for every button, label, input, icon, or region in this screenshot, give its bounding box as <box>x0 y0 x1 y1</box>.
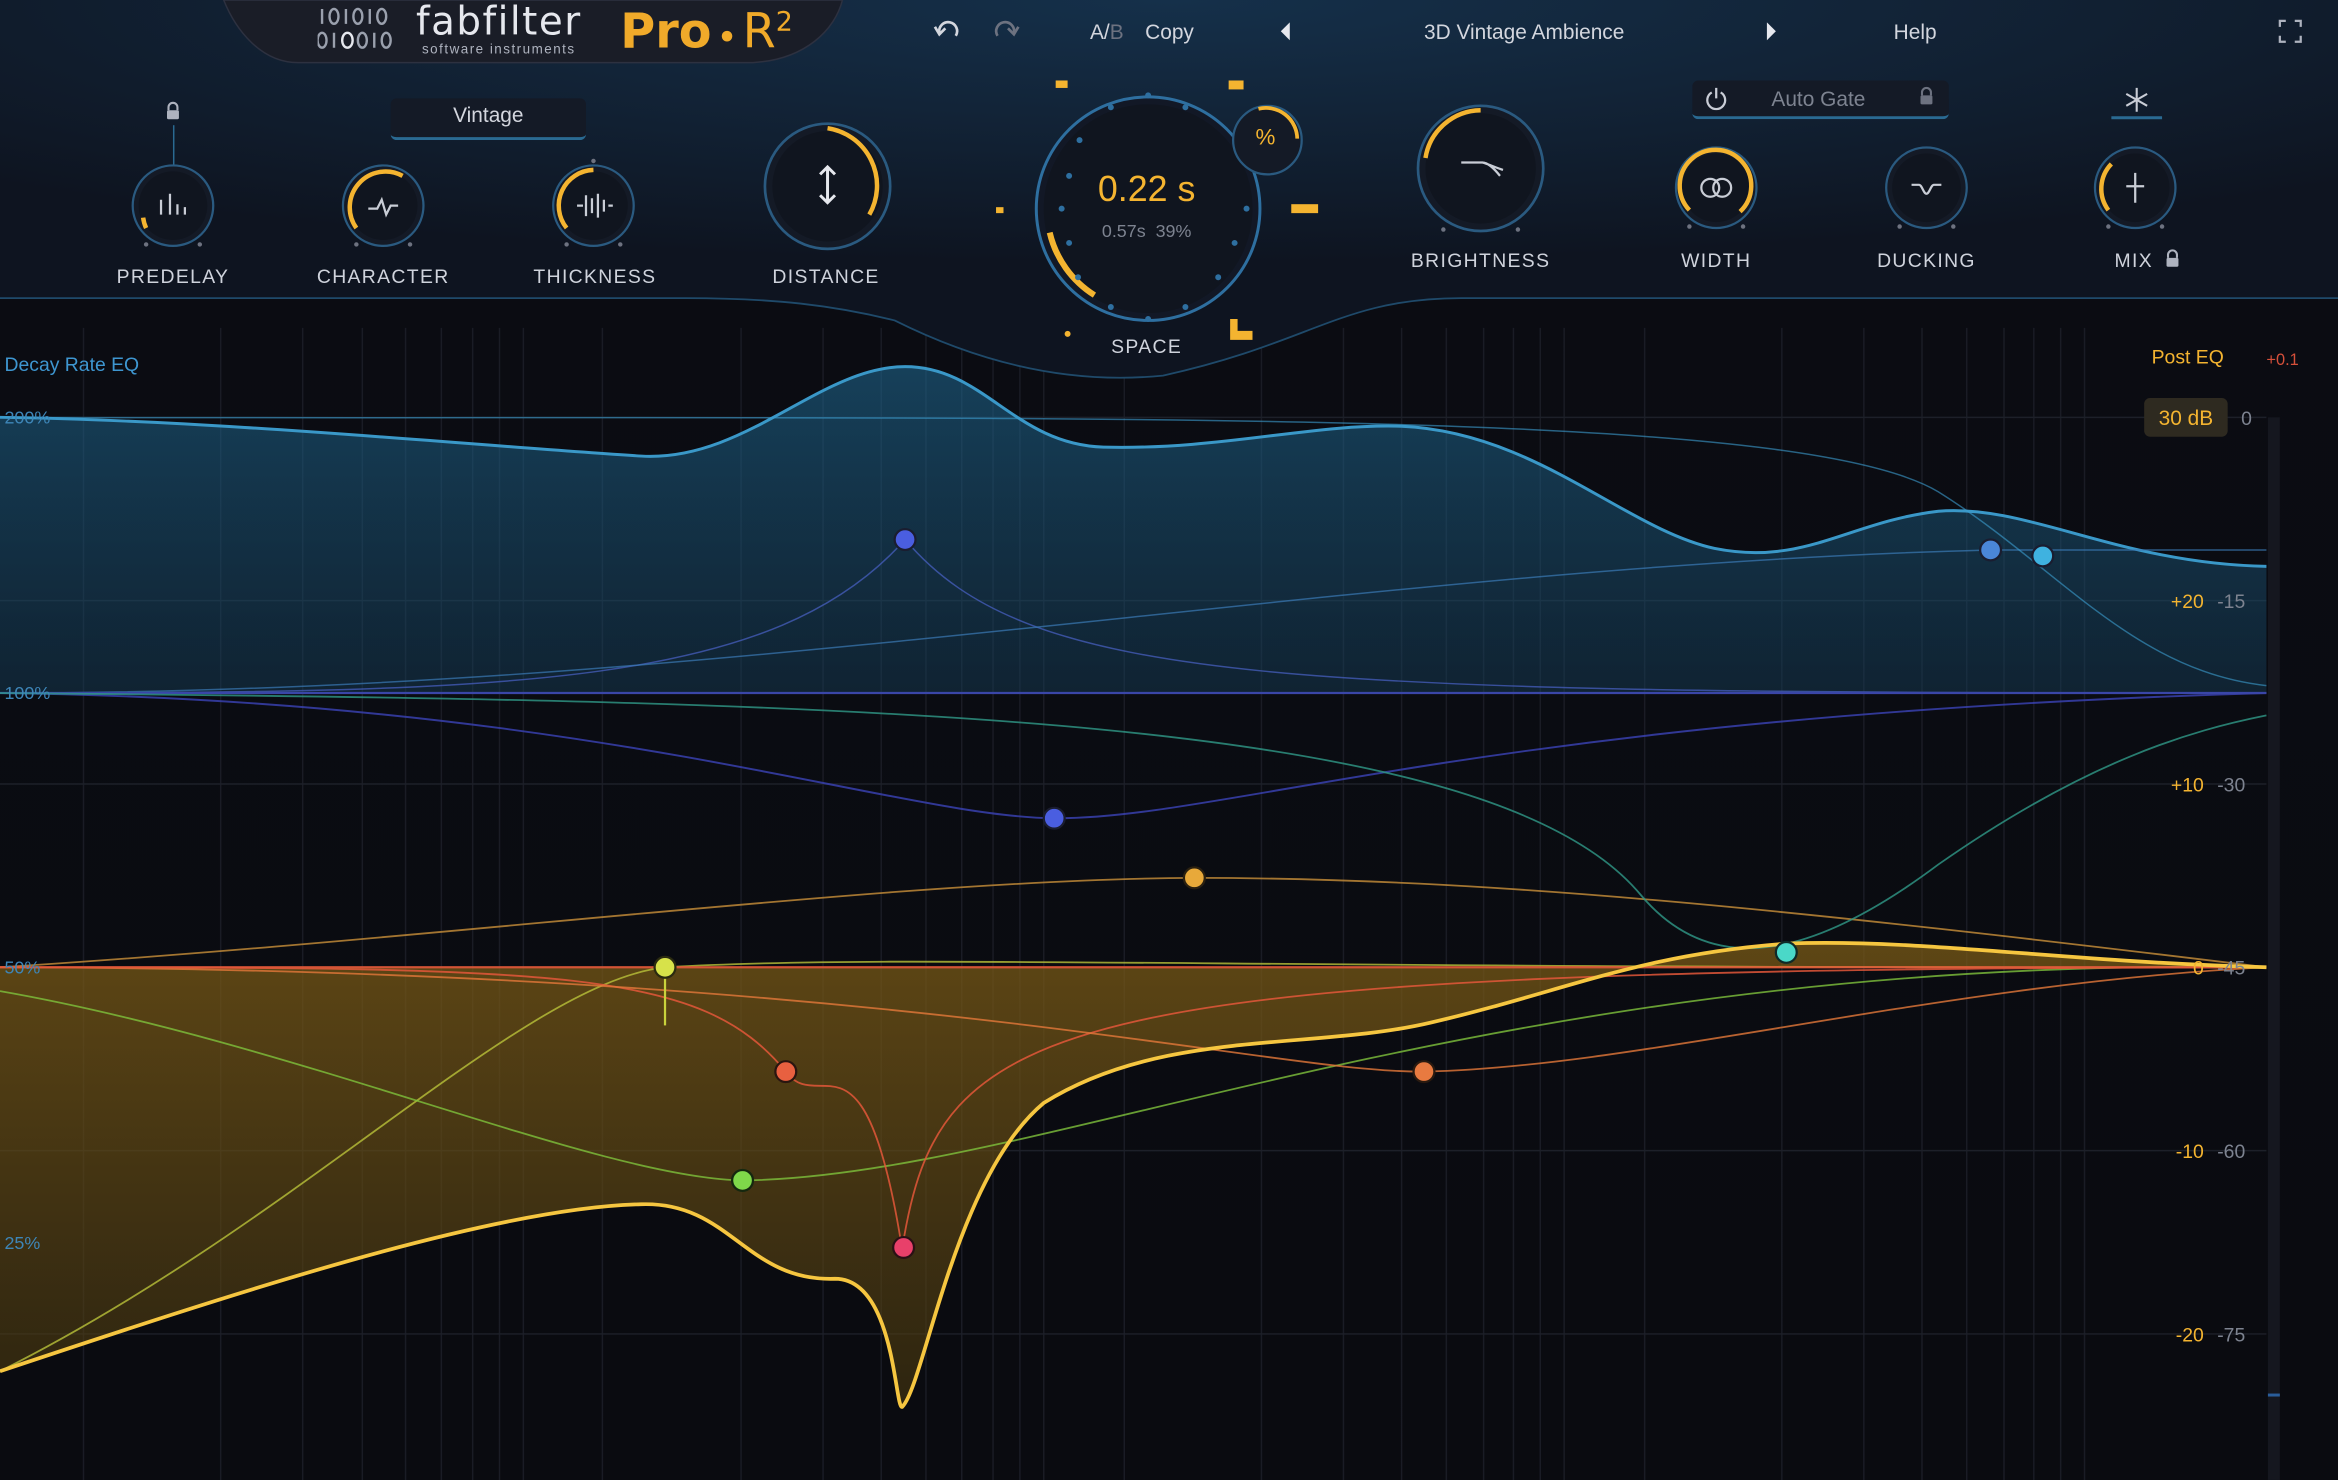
meter-scale-15: -15 <box>2217 590 2246 613</box>
redo-icon[interactable] <box>990 18 1020 45</box>
brand-subtitle: software instruments <box>421 41 576 57</box>
post-node-4[interactable] <box>892 1235 916 1260</box>
ducking-label: DUCKING <box>1877 248 1976 272</box>
next-preset-icon[interactable] <box>1764 21 1779 42</box>
mix-lock-icon[interactable] <box>2164 249 2182 270</box>
product-dot: • <box>717 19 737 56</box>
range-button-label: 30 dB <box>2158 405 2214 430</box>
thickness-knob[interactable] <box>546 158 641 253</box>
decay-node-1[interactable] <box>893 527 917 552</box>
meter-scale-0: 0 <box>2241 406 2252 430</box>
prev-preset-icon[interactable] <box>1278 21 1293 42</box>
decay-node-4[interactable] <box>2031 544 2055 568</box>
ducking-knob[interactable] <box>1879 140 1974 235</box>
freeze-icon[interactable] <box>2123 86 2150 113</box>
ab-b: B <box>1109 19 1124 44</box>
auto-gate-lock-icon[interactable] <box>1918 86 1936 107</box>
decay-eq-title[interactable]: Decay Rate EQ <box>4 353 139 375</box>
meter-scale-45: -45 <box>2217 956 2246 980</box>
logo-icon <box>317 7 392 49</box>
space-value: 0.22 s <box>1097 169 1196 211</box>
ab-toggle[interactable]: A/B <box>1090 19 1124 43</box>
predelay-label: PREDELAY <box>116 265 230 288</box>
post-scale-0: 0 <box>2193 956 2204 980</box>
undo-icon[interactable] <box>933 18 963 45</box>
mix-label: MIX <box>2114 248 2153 272</box>
fullscreen-icon[interactable] <box>2278 19 2302 43</box>
auto-gate-label[interactable]: Auto Gate <box>1771 86 1865 110</box>
brightness-label: BRIGHTNESS <box>1410 248 1551 272</box>
range-button[interactable]: 30 dB <box>2144 397 2228 437</box>
decay-scale-50: 50% <box>4 956 41 978</box>
product-r: R <box>742 2 776 60</box>
predelay-lock-icon[interactable] <box>163 101 184 122</box>
decay-scale-25: 25% <box>4 1232 41 1254</box>
character-knob[interactable] <box>335 158 430 253</box>
mix-knob[interactable] <box>2087 140 2182 235</box>
post-node-1[interactable] <box>653 955 677 979</box>
product-name: Pro • R2 <box>620 3 793 60</box>
post-scale-minus10: -10 <box>2175 1140 2204 1163</box>
meter-scale-60: -60 <box>2217 1140 2246 1163</box>
thickness-label: THICKNESS <box>533 265 657 288</box>
post-scale-plus20: +20 <box>2170 590 2204 613</box>
post-eq-title[interactable]: Post EQ <box>2152 346 2224 368</box>
copy-button[interactable]: Copy <box>1145 19 1194 43</box>
character-label: CHARACTER <box>316 265 450 288</box>
width-knob[interactable] <box>1669 140 1764 235</box>
brightness-knob[interactable] <box>1411 98 1551 238</box>
meter-scale-30: -30 <box>2217 773 2246 796</box>
post-scale-plus10: +10 <box>2170 773 2204 796</box>
help-button[interactable]: Help <box>1894 19 1937 43</box>
post-node-6[interactable] <box>1412 1060 1436 1084</box>
character-mode-label: Vintage <box>453 102 524 127</box>
decay-node-2[interactable] <box>1042 806 1066 830</box>
predelay-knob[interactable] <box>125 158 220 253</box>
character-mode-button[interactable]: Vintage <box>390 98 586 141</box>
preset-name[interactable]: 3D Vintage Ambience <box>1424 19 1624 43</box>
space-label: SPACE <box>1111 335 1183 358</box>
brand-name: fabfilter <box>416 0 582 45</box>
post-node-5[interactable] <box>1182 866 1206 890</box>
auto-gate-power-icon[interactable] <box>1704 86 1728 111</box>
product-sup: 2 <box>775 6 793 38</box>
post-node-3[interactable] <box>730 1168 755 1192</box>
decay-node-3[interactable] <box>1979 538 2003 562</box>
space-subvalue: 0.57s 39% <box>1101 220 1192 242</box>
freeze-underline <box>2111 116 2163 120</box>
distance-label: DISTANCE <box>772 265 880 288</box>
decay-scale-100: 100% <box>4 682 51 704</box>
meter-scale-75: -75 <box>2217 1323 2246 1346</box>
product-pro: Pro <box>620 2 712 60</box>
ab-a: A/ <box>1089 19 1110 44</box>
decay-scale-200: 200% <box>4 406 51 428</box>
post-node-7[interactable] <box>1774 940 1798 964</box>
distance-knob[interactable] <box>757 116 897 256</box>
width-label: WIDTH <box>1681 248 1752 272</box>
output-peak-value: +0.1 <box>2266 351 2299 370</box>
space-percent-button[interactable]: % <box>1255 125 1275 150</box>
post-scale-minus20: -20 <box>2175 1323 2204 1346</box>
post-node-2[interactable] <box>774 1060 798 1084</box>
